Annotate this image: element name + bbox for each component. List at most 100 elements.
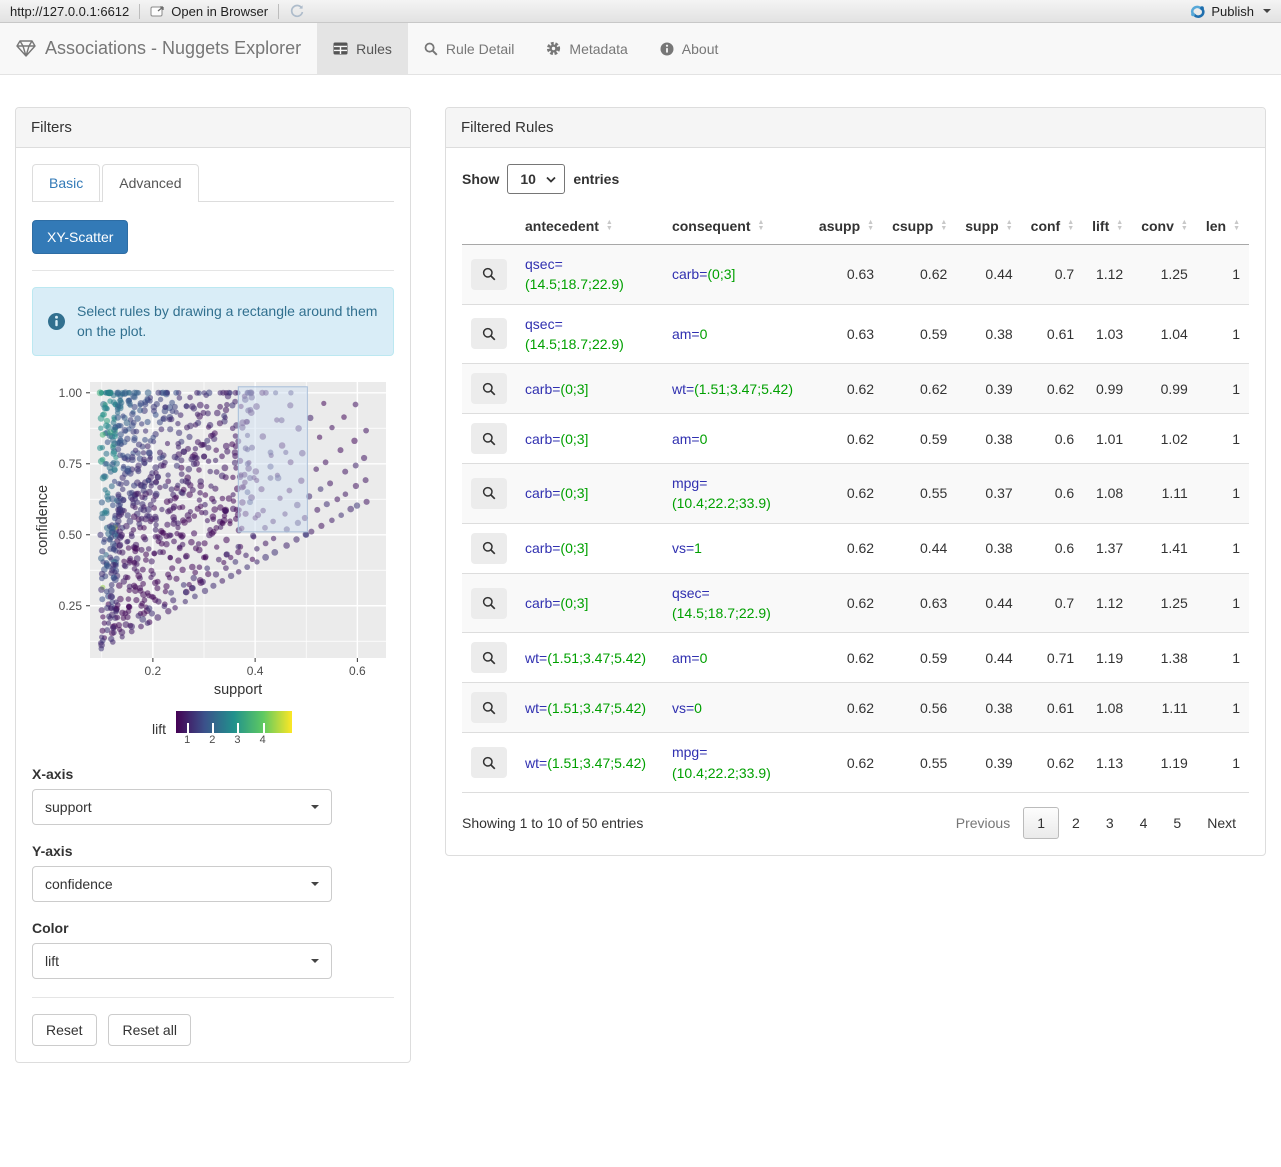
rule-detail-button[interactable] — [471, 587, 507, 619]
open-in-browser-button[interactable]: Open in Browser — [150, 4, 268, 19]
rule-detail-button[interactable] — [471, 642, 507, 674]
len-cell: 1 — [1196, 303, 1249, 364]
chevron-down-icon — [311, 804, 319, 809]
column-header-len[interactable]: len ▲ ▼ — [1196, 208, 1249, 245]
sort-icon: ▲ ▼ — [605, 219, 613, 232]
tab-about[interactable]: About — [644, 23, 735, 74]
xy-scatter-button[interactable]: XY-Scatter — [32, 220, 129, 254]
rule-detail-button[interactable] — [471, 747, 507, 779]
filters-tab-basic[interactable]: Basic — [32, 164, 101, 201]
rule-detail-button[interactable] — [471, 423, 507, 455]
len-cell: 1 — [1196, 522, 1249, 574]
sort-icon: ▲ ▼ — [940, 219, 948, 232]
conf-cell: 0.6 — [1021, 463, 1084, 524]
pagination-page-2[interactable]: 2 — [1059, 808, 1093, 838]
sort-icon: ▲ ▼ — [867, 219, 875, 232]
table-row: carb=(0;3] vs=1 0.62 0.44 0.38 0.6 1.37 1.41 1 — [462, 522, 1249, 574]
scatter-plot[interactable]: 0.2 0.4 0.6 0.25 0.50 0.75 1.00 support confiden… — [32, 372, 392, 705]
colorbar-tick-label: 3 — [234, 733, 241, 746]
tab-rule-detail[interactable]: Rule Detail — [408, 23, 530, 74]
y-axis-title: confidence — [35, 485, 51, 555]
table-row: qsec=(14.5;18.7;22.9) carb=(0;3] 0.63 0.62 0… — [462, 244, 1249, 305]
conf-cell: 0.6 — [1021, 413, 1084, 464]
asupp-cell: 0.62 — [809, 363, 884, 414]
pagination-page-4[interactable]: 4 — [1127, 808, 1161, 838]
conv-cell: 1.11 — [1132, 463, 1197, 524]
conf-cell: 0.61 — [1021, 682, 1084, 733]
tab-rules[interactable]: Rules — [317, 23, 408, 74]
search-icon — [482, 432, 496, 446]
scatter-plot-svg[interactable]: 0.2 0.4 0.6 0.25 0.50 0.75 1.00 support confiden… — [32, 372, 392, 702]
pagination-page-1[interactable]: 1 — [1023, 806, 1060, 839]
rule-detail-button[interactable] — [471, 532, 507, 564]
conv-cell: 1.11 — [1132, 682, 1197, 733]
table-row: wt=(1.51;3.47;5.42) mpg=(10.4;22.2;33.9) 0… — [462, 732, 1249, 793]
y-axis-select[interactable]: confidence — [32, 865, 332, 902]
column-header-csupp[interactable]: csupp ▲ ▼ — [883, 208, 957, 245]
rule-detail-button[interactable] — [471, 373, 507, 405]
publish-icon — [1189, 4, 1206, 19]
consequent-cell: qsec=(14.5;18.7;22.9) — [662, 572, 810, 633]
reload-button[interactable] — [289, 3, 305, 19]
sort-icon: ▲ ▼ — [1233, 219, 1240, 232]
asupp-cell: 0.62 — [809, 413, 884, 464]
color-label: Color — [32, 919, 69, 936]
len-cell: 1 — [1232, 266, 1240, 283]
lift-cell: 1.08 — [1083, 463, 1133, 524]
antecedent-cell: carb=(0;3] — [516, 572, 663, 633]
conv-cell: 1.41 — [1132, 522, 1197, 574]
navbar-tabs: Rules Rule Detail Metadata About — [317, 23, 734, 74]
rule-detail-button[interactable] — [471, 318, 507, 350]
consequent-cell: am=0 — [662, 632, 810, 683]
pagination-page-3[interactable]: 3 — [1093, 808, 1127, 838]
pagination-previous[interactable]: Previous — [943, 808, 1023, 838]
x-axis-select[interactable]: support — [32, 788, 332, 825]
filters-tab-advanced[interactable]: Advanced — [102, 164, 199, 202]
column-header-supp[interactable]: supp ▲ ▼ — [956, 208, 1022, 245]
color-select[interactable]: lift — [32, 942, 332, 979]
colorbar-tick-label: 1 — [184, 733, 191, 746]
column-header-lift[interactable]: lift ▲ ▼ — [1083, 208, 1133, 245]
csupp-cell: 0.62 — [883, 363, 957, 414]
pagination-next[interactable]: Next — [1194, 808, 1249, 838]
publish-button[interactable]: Publish — [1189, 4, 1271, 19]
consequent-cell: wt=(1.51;3.47;5.42) — [662, 363, 810, 414]
reset-all-button[interactable]: Reset all — [108, 1013, 191, 1046]
conv-cell: 1.19 — [1132, 732, 1197, 793]
filtered-rules-title: Filtered Rules — [446, 108, 1265, 148]
lift-colorbar-legend: lift 1 2 3 4 — [50, 710, 394, 748]
table-row: wt=(1.51;3.47;5.42) am=0 0.62 0.59 0.44 0.71 1… — [462, 632, 1249, 683]
gear-icon — [546, 41, 561, 56]
antecedent-cell: carb=(0;3] — [516, 363, 663, 414]
antecedent-cell: carb=(0;3] — [516, 463, 663, 524]
column-header-conf[interactable]: conf ▲ ▼ — [1021, 208, 1084, 245]
column-header-asupp[interactable]: asupp ▲ ▼ — [809, 208, 884, 245]
sort-icon: ▲ ▼ — [1116, 219, 1124, 232]
supp-cell: 0.44 — [985, 266, 1013, 283]
tab-metadata[interactable]: Metadata — [530, 23, 643, 74]
lift-cell: 1.19 — [1083, 632, 1133, 683]
csupp-cell: 0.55 — [883, 463, 957, 524]
search-icon — [482, 701, 496, 715]
reset-button[interactable]: Reset — [32, 1013, 97, 1046]
consequent-cell: vs=1 — [662, 522, 810, 574]
rule-detail-button[interactable] — [471, 258, 507, 290]
column-header-conv[interactable]: conv ▲ ▼ — [1132, 208, 1197, 245]
table-icon — [333, 42, 348, 55]
column-header-antecedent[interactable]: antecedent ▲ ▼ — [516, 208, 663, 245]
selection-brush[interactable] — [237, 385, 308, 532]
conf-cell: 0.62 — [1021, 363, 1084, 414]
supp-cell: 0.38 — [956, 413, 1022, 464]
svg-text:0.50: 0.50 — [59, 527, 83, 541]
rule-detail-button[interactable] — [471, 692, 507, 724]
consequent-cell: am=0 — [662, 413, 810, 464]
lift-cell: 1.13 — [1083, 732, 1133, 793]
len-cell: 1 — [1196, 463, 1249, 524]
y-axis-label: Y-axis — [32, 842, 73, 859]
search-icon — [482, 486, 496, 500]
rule-detail-button[interactable] — [471, 477, 507, 509]
pagination-page-5[interactable]: 5 — [1160, 808, 1194, 838]
entries-select[interactable]: 10 — [507, 164, 566, 194]
supp-cell: 0.39 — [956, 732, 1022, 793]
column-header-consequent[interactable]: consequent ▲ ▼ — [662, 208, 810, 245]
